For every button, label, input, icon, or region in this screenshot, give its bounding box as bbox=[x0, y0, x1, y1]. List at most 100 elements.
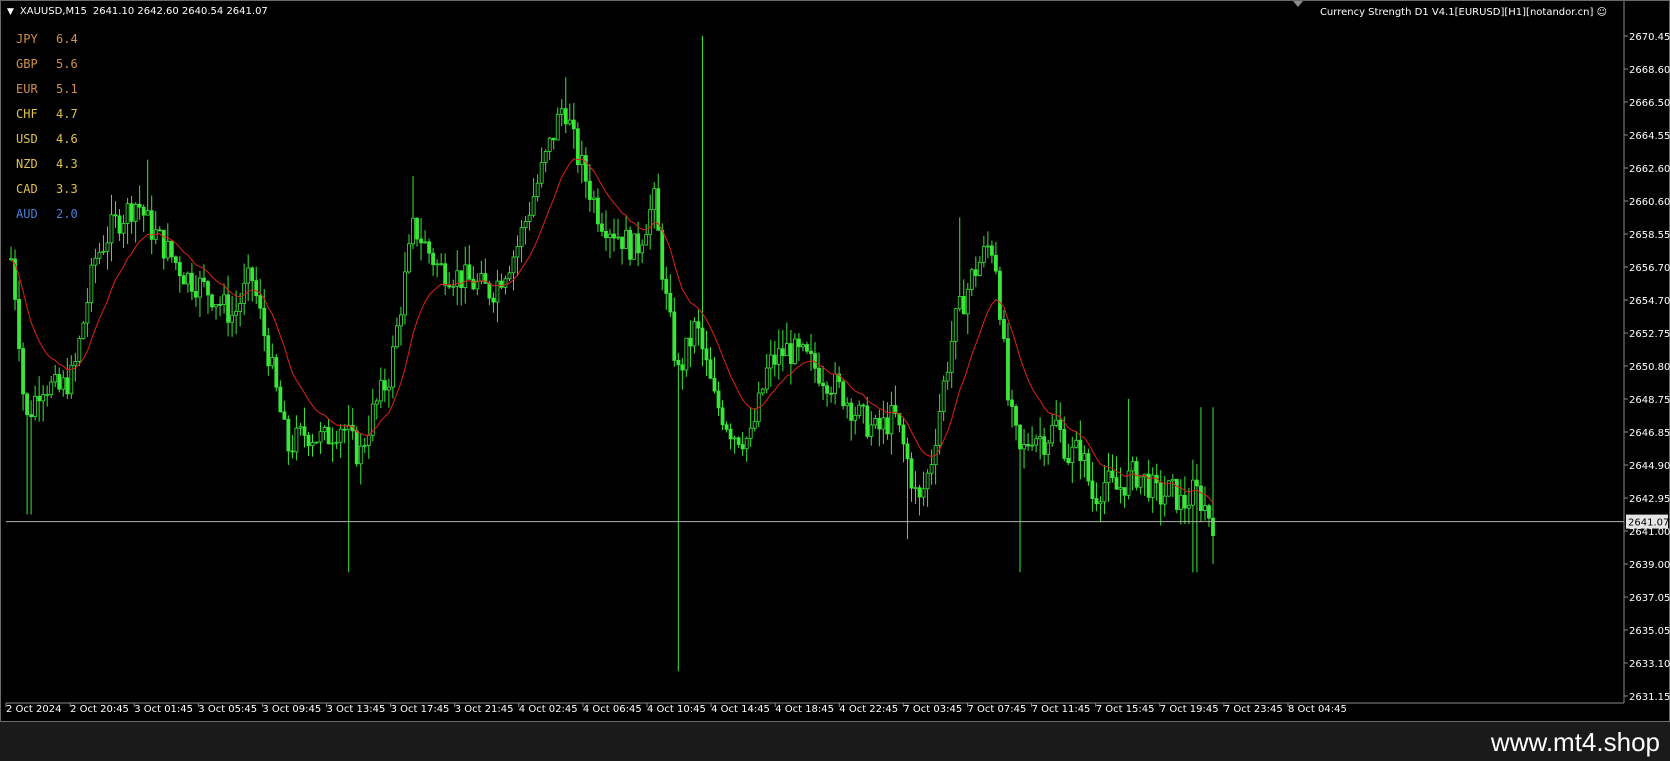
y-tick-label: 2635.05 bbox=[1629, 626, 1670, 637]
candle-body bbox=[989, 245, 994, 256]
candle-body bbox=[1102, 482, 1107, 503]
candle-body bbox=[169, 240, 174, 258]
y-tick-label: 2641.00 bbox=[1629, 527, 1670, 538]
candle-body bbox=[471, 278, 476, 290]
currency-row-gbp: GBP 5.6 bbox=[16, 56, 78, 81]
candle-body bbox=[744, 437, 749, 450]
candle-body bbox=[238, 303, 243, 312]
candle-body bbox=[386, 386, 391, 391]
candle-body bbox=[1090, 480, 1095, 499]
candle-body bbox=[274, 357, 279, 388]
currency-code: AUD bbox=[16, 207, 38, 221]
currency-row-chf: CHF 4.7 bbox=[16, 106, 78, 131]
x-tick-label: 4 Oct 02:45 bbox=[519, 704, 578, 715]
candle-body bbox=[25, 393, 29, 416]
candle-body bbox=[1002, 319, 1006, 340]
candle-body bbox=[676, 359, 681, 366]
candle-body bbox=[81, 322, 86, 339]
candle-body bbox=[1118, 487, 1123, 490]
candle-body bbox=[1014, 406, 1018, 426]
candle-body bbox=[322, 426, 327, 433]
candle-body bbox=[937, 411, 942, 446]
candle-body bbox=[435, 263, 440, 266]
currency-row-jpy: JPY 6.4 bbox=[16, 31, 78, 56]
candle-body bbox=[286, 418, 291, 452]
currency-row-eur: EUR 5.1 bbox=[16, 81, 78, 106]
currency-value: 4.6 bbox=[56, 132, 78, 146]
candle-body bbox=[608, 233, 612, 239]
y-tick-label: 2666.50 bbox=[1629, 98, 1670, 109]
candle-body bbox=[768, 354, 773, 369]
candle-body bbox=[511, 256, 516, 274]
candle-body bbox=[459, 270, 464, 288]
candle-body bbox=[1190, 479, 1195, 506]
candle-body bbox=[302, 426, 307, 436]
candle-body bbox=[668, 292, 673, 313]
candle-body bbox=[523, 221, 528, 229]
candle-body bbox=[1130, 461, 1135, 472]
candle-body bbox=[57, 374, 62, 390]
candle-body bbox=[905, 443, 910, 460]
chart-title-bar: ▼ XAUUSD,M15 2641.10 2642.60 2640.54 264… bbox=[7, 6, 268, 17]
y-tick-label: 2670.45 bbox=[1629, 32, 1670, 43]
candle-body bbox=[825, 385, 829, 394]
candle-body bbox=[1134, 461, 1139, 488]
ohlc-label: 2641.10 2642.60 2640.54 2641.07 bbox=[92, 6, 268, 17]
candle-body bbox=[929, 464, 934, 474]
y-tick-label: 2662.60 bbox=[1629, 164, 1670, 175]
candle-body bbox=[278, 386, 283, 413]
candle-body bbox=[198, 277, 202, 298]
candle-body bbox=[21, 348, 25, 395]
candle-body bbox=[720, 407, 725, 426]
x-tick-label: 7 Oct 15:45 bbox=[1096, 704, 1155, 715]
candle-body bbox=[994, 254, 998, 272]
candle-body bbox=[495, 280, 500, 303]
x-tick-label: 3 Oct 01:45 bbox=[134, 704, 193, 715]
candle-body bbox=[636, 233, 641, 254]
candle-body bbox=[1074, 439, 1079, 448]
candle-body bbox=[177, 262, 182, 277]
currency-code: EUR bbox=[16, 82, 38, 96]
candle-body bbox=[1070, 446, 1075, 463]
candle-body bbox=[290, 450, 295, 453]
candle-body bbox=[254, 280, 259, 297]
collapse-arrow-icon[interactable]: ▼ bbox=[7, 7, 14, 17]
candle-body bbox=[214, 303, 218, 308]
candle-body bbox=[53, 374, 58, 383]
candle-body bbox=[294, 427, 299, 453]
candle-body bbox=[1066, 457, 1071, 463]
candle-body bbox=[374, 400, 379, 405]
x-tick-label: 7 Oct 19:45 bbox=[1160, 704, 1219, 715]
candle-body bbox=[684, 337, 689, 371]
candle-body bbox=[270, 357, 275, 367]
candle-body bbox=[732, 437, 737, 440]
candle-body bbox=[776, 348, 781, 365]
candle-body bbox=[764, 367, 769, 390]
candle-body bbox=[230, 314, 235, 323]
candle-body bbox=[1207, 505, 1211, 519]
candle-body bbox=[716, 390, 721, 409]
chart-window[interactable]: 2670.45 2668.60 2666.50 2664.55 2662.60 2660.… bbox=[0, 0, 1670, 722]
candle-body bbox=[37, 395, 42, 402]
candle-body bbox=[728, 428, 733, 440]
candle-body bbox=[1038, 436, 1043, 440]
indicator-name: Currency Strength D1 V4.1[EURUSD][H1][no… bbox=[1319, 7, 1594, 18]
current-price-label: 2641.07 bbox=[1628, 518, 1669, 529]
candle-body bbox=[1110, 470, 1115, 479]
candle-body bbox=[845, 402, 850, 407]
candle-body bbox=[399, 314, 403, 327]
y-tick-label: 2646.85 bbox=[1629, 428, 1670, 439]
candle-body bbox=[330, 442, 335, 445]
currency-row-cad: CAD 3.3 bbox=[16, 181, 78, 206]
price-chart[interactable]: 2670.45 2668.60 2666.50 2664.55 2662.60 2660.… bbox=[1, 1, 1670, 723]
candle-body bbox=[1018, 424, 1022, 450]
x-tick-label: 4 Oct 14:45 bbox=[711, 704, 770, 715]
y-tick-label: 2656.70 bbox=[1629, 263, 1670, 274]
scroll-marker-icon[interactable] bbox=[1293, 1, 1303, 7]
candle-body bbox=[1138, 476, 1143, 488]
candle-body bbox=[45, 394, 50, 396]
candle-body bbox=[567, 119, 572, 125]
x-tick-label: 8 Oct 04:45 bbox=[1288, 704, 1347, 715]
candle-body bbox=[282, 411, 287, 420]
candle-body bbox=[222, 294, 226, 305]
